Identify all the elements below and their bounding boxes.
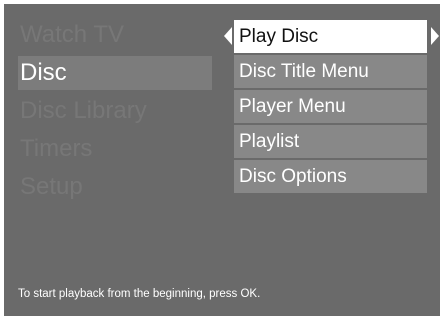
disc-submenu: Play Disc Disc Title Menu Player Menu Pl…: [234, 20, 427, 195]
tv-menu-screen: Watch TV Disc Disc Library Timers Setup …: [4, 4, 440, 316]
submenu-item-player-menu[interactable]: Player Menu: [234, 90, 427, 125]
submenu-item-disc-options[interactable]: Disc Options: [234, 160, 427, 195]
main-menu-item-disc[interactable]: Disc: [18, 56, 212, 90]
main-menu-item-setup[interactable]: Setup: [18, 170, 212, 204]
arrow-right-icon[interactable]: [431, 27, 439, 45]
submenu-item-playlist[interactable]: Playlist: [234, 125, 427, 160]
arrow-left-icon[interactable]: [224, 27, 232, 45]
submenu-item-disc-title-menu[interactable]: Disc Title Menu: [234, 55, 427, 90]
help-text: To start playback from the beginning, pr…: [18, 288, 261, 300]
main-menu: Watch TV Disc Disc Library Timers Setup: [18, 18, 212, 208]
main-menu-item-disc-library[interactable]: Disc Library: [18, 94, 212, 128]
main-menu-item-watch-tv[interactable]: Watch TV: [18, 18, 212, 52]
main-menu-item-timers[interactable]: Timers: [18, 132, 212, 166]
submenu-item-play-disc[interactable]: Play Disc: [234, 20, 427, 55]
